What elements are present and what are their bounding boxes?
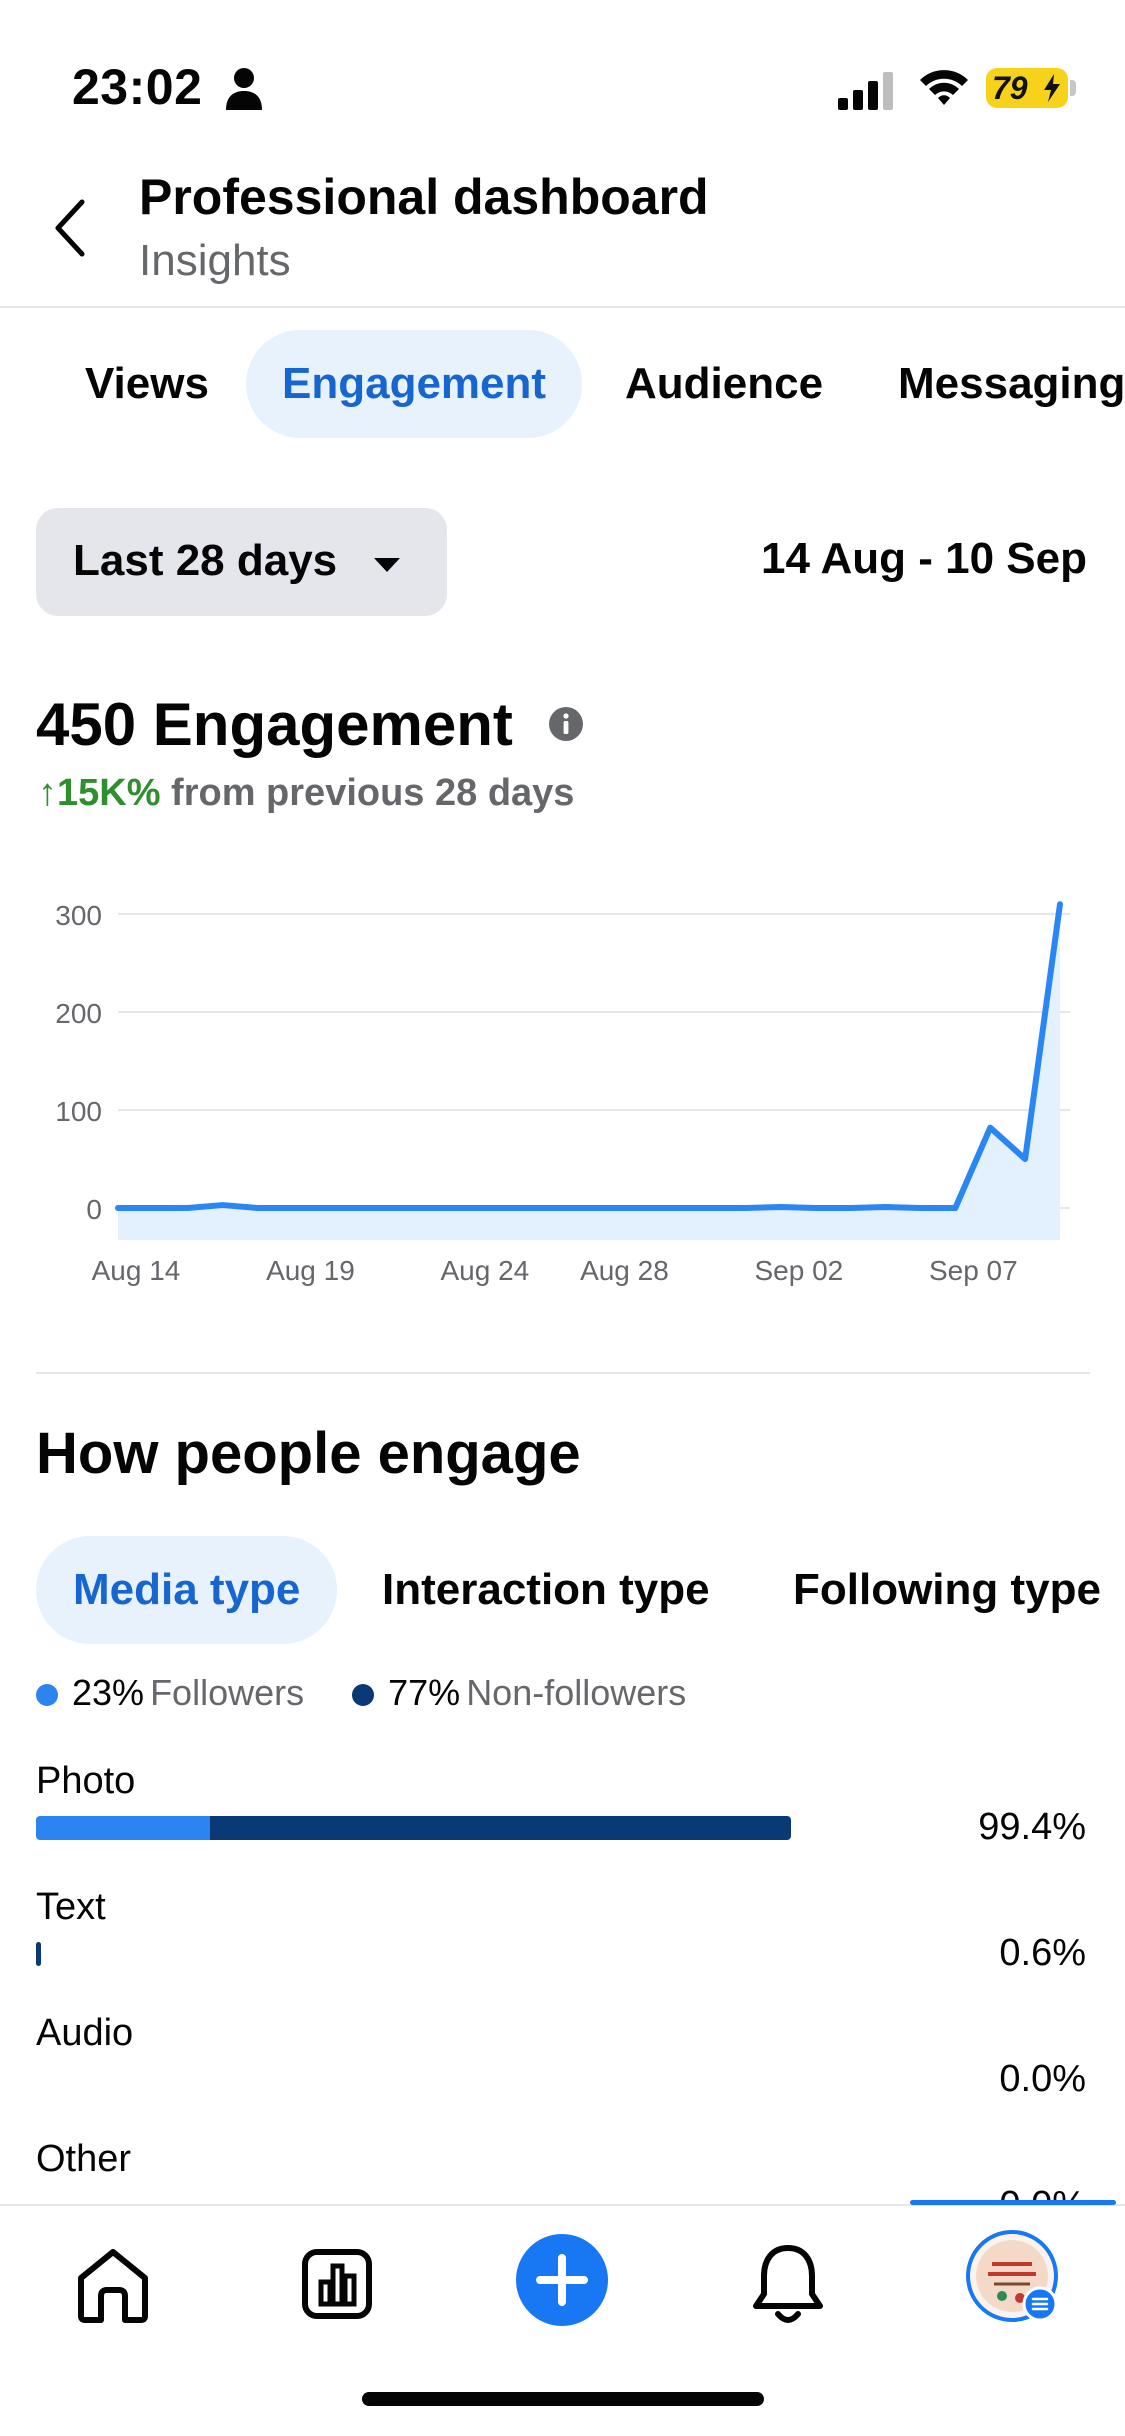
x-tick-label: Aug 19 xyxy=(266,1255,355,1286)
x-tick-label: Sep 02 xyxy=(755,1255,844,1286)
status-time: 23:02 xyxy=(72,59,203,115)
create-plus-icon[interactable] xyxy=(514,2232,610,2328)
status-bar: 23:02 79 xyxy=(0,0,1125,150)
engagement-total: 450 Engagement xyxy=(36,691,513,758)
media-row-text: Text 0.6% xyxy=(36,1886,1090,2006)
subtab-interaction-type[interactable]: Interaction type xyxy=(382,1536,710,1644)
info-icon[interactable] xyxy=(548,706,584,742)
x-tick-label: Aug 28 xyxy=(580,1255,669,1286)
media-label: Text xyxy=(36,1886,106,1928)
notifications-bell-icon[interactable] xyxy=(740,2236,836,2332)
charging-bolt-icon xyxy=(1044,74,1060,102)
scroll-indicator xyxy=(910,2200,1116,2205)
x-tick-label: Sep 07 xyxy=(929,1255,1018,1286)
media-row-photo: Photo 99.4% xyxy=(36,1760,1090,1880)
subtab-following-type[interactable]: Following type xyxy=(793,1536,1101,1644)
y-tick-label: 100 xyxy=(55,1096,102,1127)
battery-tip xyxy=(1070,80,1076,96)
media-label: Audio xyxy=(36,2012,134,2054)
media-pct: 0.6% xyxy=(999,1932,1086,1974)
legend-dot-non-followers xyxy=(352,1684,375,1706)
legend-followers: 23% Followers xyxy=(36,1672,304,1714)
wifi-icon xyxy=(920,70,968,105)
tab-views[interactable]: Views xyxy=(85,330,209,438)
media-bar xyxy=(36,1816,796,1840)
chart-area-fill xyxy=(118,904,1060,1240)
change-up-value: ↑15K% xyxy=(38,772,161,814)
legend-dot-followers xyxy=(36,1684,58,1706)
media-pct: 0.0% xyxy=(999,2058,1086,2100)
signal-icon xyxy=(838,72,893,110)
y-tick-label: 300 xyxy=(55,900,102,931)
bar-followers xyxy=(36,1816,210,1840)
engage-legend: 23% Followers 77% Non-followers xyxy=(36,1672,724,1714)
battery-level: 79 xyxy=(992,70,1028,106)
change-description: from previous 28 days xyxy=(160,772,575,814)
legend-followers-label: Followers xyxy=(150,1672,305,1713)
tab-messaging[interactable]: Messaging xyxy=(898,330,1125,438)
x-tick-label: Aug 24 xyxy=(441,1255,530,1286)
tab-engagement[interactable]: Engagement xyxy=(246,330,583,438)
bar-non-followers xyxy=(209,1816,792,1840)
y-tick-label: 0 xyxy=(86,1194,102,1225)
section-divider xyxy=(36,1372,1090,1374)
header-divider xyxy=(0,306,1125,308)
legend-followers-pct: 23% xyxy=(72,1672,145,1713)
media-pct: 99.4% xyxy=(978,1806,1086,1848)
battery-icon: 79 xyxy=(986,68,1068,108)
media-bar xyxy=(36,1942,796,1966)
person-icon xyxy=(226,68,262,110)
legend-non-followers-pct: 77% xyxy=(388,1672,461,1713)
legend-non-followers-label: Non-followers xyxy=(466,1672,687,1713)
engagement-change: ↑15K% from previous 28 days xyxy=(38,772,574,815)
engage-section-title: How people engage xyxy=(36,1421,581,1486)
page-subtitle: Insights xyxy=(139,236,291,285)
subtab-media-type[interactable]: Media type xyxy=(36,1536,338,1644)
bar-non-followers xyxy=(36,1942,41,1966)
date-range-dropdown[interactable]: Last 28 days xyxy=(36,508,447,616)
media-row-audio: Audio 0.0% xyxy=(36,2012,1090,2132)
chart-series-line xyxy=(115,901,1063,1211)
home-icon[interactable] xyxy=(65,2236,161,2332)
media-bar xyxy=(36,2068,796,2092)
caret-down-icon xyxy=(374,558,400,572)
insights-icon[interactable] xyxy=(289,2236,385,2332)
x-tick-label: Aug 14 xyxy=(92,1255,181,1286)
page-title: Professional dashboard xyxy=(139,169,709,225)
home-indicator xyxy=(362,2392,764,2406)
date-range-label: 14 Aug - 10 Sep xyxy=(760,534,1087,583)
chevron-left-icon[interactable] xyxy=(44,188,94,268)
media-label: Photo xyxy=(36,1760,136,1802)
y-tick-label: 200 xyxy=(55,998,102,1029)
legend-non-followers: 77% Non-followers xyxy=(352,1672,686,1714)
media-label: Other xyxy=(36,2138,132,2180)
tab-audience[interactable]: Audience xyxy=(625,330,823,438)
profile-avatar[interactable] xyxy=(964,2228,1068,2332)
engagement-chart: 300 200 100 0 Aug 14 Aug 19 Aug 24 Aug 28 Sep 02… xyxy=(55,900,1070,1286)
date-range-selected: Last 28 days xyxy=(73,536,338,585)
